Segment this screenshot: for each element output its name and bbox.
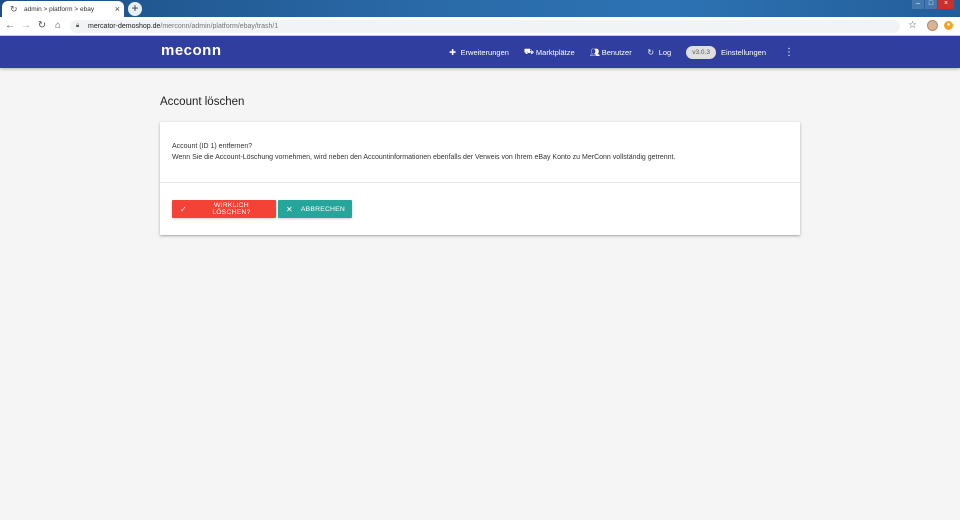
back-icon[interactable]: ← — [4, 20, 16, 32]
minimize-icon[interactable]: – — [912, 0, 924, 9]
window-close-icon[interactable]: × — [938, 0, 954, 9]
card-divider — [160, 182, 800, 183]
check-icon: ✓ — [180, 204, 187, 214]
cancel-button[interactable]: ✕ ABBRECHEN — [278, 200, 352, 218]
main-nav: ✚ Erweiterungen ⛟ Marktplätze 👥︎ Benutze… — [449, 36, 960, 68]
address-bar[interactable]: 🔒︎ mercator-demoshop.de/merconn/admin/pl… — [70, 20, 900, 33]
lock-icon: 🔒︎ — [76, 23, 80, 29]
new-tab-button[interactable]: + — [128, 2, 142, 16]
nav-erweiterungen[interactable]: ✚ Erweiterungen — [449, 48, 509, 57]
nav-label: Benutzer — [601, 47, 632, 57]
nav-log[interactable]: ↻ Log — [647, 47, 672, 57]
card-body: Account (ID 1) entfernen? Wenn Sie die A… — [172, 142, 675, 163]
people-icon: 👥︎ — [589, 47, 600, 57]
reload-icon[interactable]: ↻ — [36, 20, 48, 32]
nav-label: Marktplätze — [535, 47, 575, 57]
puzzle-icon: ✚ — [449, 47, 456, 57]
nav-einstellungen[interactable]: Einstellungen — [721, 48, 766, 57]
confirm-question: Account (ID 1) entfernen? — [172, 143, 253, 150]
url-path: /merconn/admin/platform/ebay/trash/1 — [160, 23, 279, 30]
page-title: Account löschen — [160, 96, 245, 108]
star-icon[interactable]: ☆ — [908, 20, 917, 31]
delete-label: WIRKLICH LÖSCHEN? — [212, 202, 251, 216]
version-badge: v3.0.3 — [686, 45, 716, 59]
close-icon: ✕ — [286, 204, 293, 214]
confirm-message: Wenn Sie die Account-Löschung vornehmen,… — [172, 153, 676, 161]
cancel-label: ABBRECHEN — [300, 205, 346, 213]
app-logo[interactable]: meconn — [161, 42, 222, 59]
browser-tab[interactable]: ↻ admin > platform > ebay × — [2, 1, 124, 17]
nav-label: Einstellungen — [720, 47, 766, 57]
nav-label: Erweiterungen — [460, 47, 509, 57]
url-host: mercator-demoshop.de — [88, 23, 161, 30]
tab-title: admin > platform > ebay — [24, 5, 95, 13]
extension-icon[interactable]: ● — [944, 21, 953, 30]
more-vert-icon[interactable]: ⋮ — [784, 47, 794, 58]
close-tab-icon[interactable]: × — [115, 4, 120, 14]
nav-marktplaetze[interactable]: ⛟ Marktplätze — [524, 47, 575, 57]
nav-label: Log — [658, 47, 672, 57]
confirm-card: Account (ID 1) entfernen? Wenn Sie die A… — [160, 122, 800, 235]
profile-avatar[interactable] — [927, 20, 938, 31]
app-header: meconn ✚ Erweiterungen ⛟ Marktplätze 👥︎ … — [0, 36, 960, 68]
home-icon[interactable]: ⌂ — [52, 20, 64, 32]
window-controls: – □ × — [911, 0, 954, 9]
refresh-icon: ↻ — [647, 47, 655, 57]
maximize-icon[interactable]: □ — [925, 0, 937, 9]
browser-toolbar: ← → ↻ ⌂ 🔒︎ mercator-demoshop.de/merconn/… — [0, 17, 960, 36]
browser-tabstrip: ↻ admin > platform > ebay × + – □ × — [0, 0, 960, 17]
url-text: mercator-demoshop.de/merconn/admin/platf… — [88, 23, 278, 30]
confirm-delete-button[interactable]: ✓ WIRKLICH LÖSCHEN? — [172, 200, 276, 218]
cart-icon: ⛟ — [523, 47, 534, 56]
loading-icon: ↻ — [10, 4, 18, 14]
forward-icon[interactable]: → — [20, 20, 32, 32]
nav-benutzer[interactable]: 👥︎ Benutzer — [590, 48, 632, 57]
